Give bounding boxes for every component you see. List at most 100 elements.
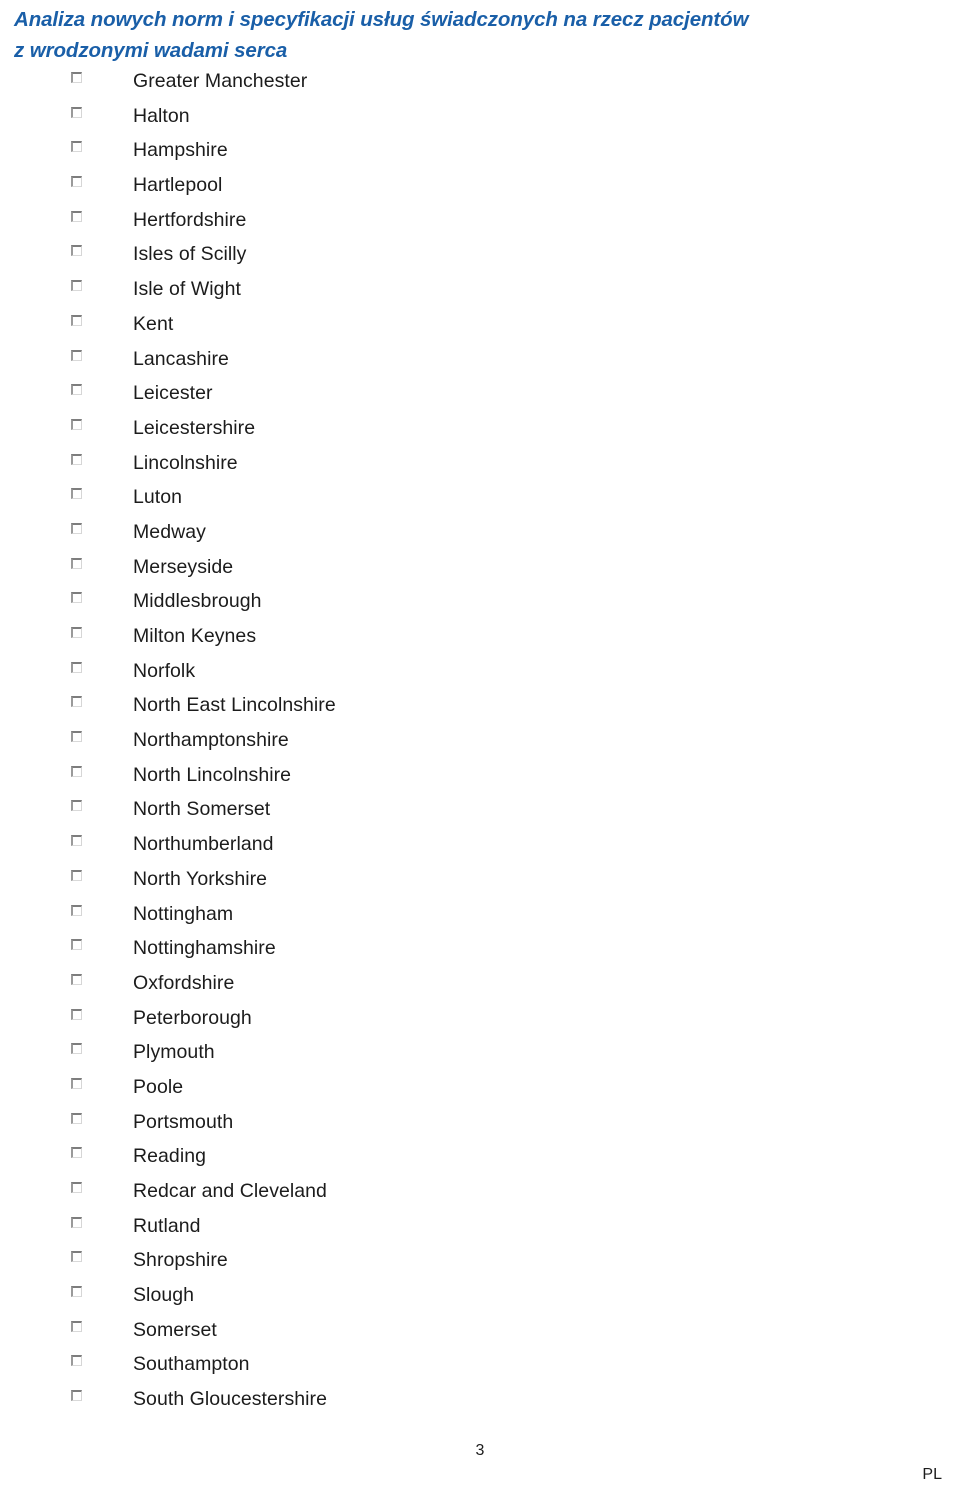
list-item-label: South Gloucestershire bbox=[133, 1388, 327, 1411]
checkbox-icon[interactable] bbox=[71, 661, 82, 673]
list-item-label: Nottinghamshire bbox=[133, 937, 276, 960]
list-item[interactable]: Milton Keynes bbox=[0, 619, 960, 654]
checkbox-icon[interactable] bbox=[71, 176, 82, 188]
list-item[interactable]: Leicestershire bbox=[0, 411, 960, 446]
list-item[interactable]: Nottinghamshire bbox=[0, 931, 960, 966]
list-item[interactable]: Kent bbox=[0, 307, 960, 342]
checkbox-icon[interactable] bbox=[71, 904, 82, 916]
list-item-label: Shropshire bbox=[133, 1249, 228, 1272]
list-item-label: Portsmouth bbox=[133, 1110, 234, 1133]
checkbox-icon[interactable] bbox=[71, 731, 82, 743]
checkbox-icon[interactable] bbox=[71, 939, 82, 951]
list-item[interactable]: Oxfordshire bbox=[0, 966, 960, 1001]
checkbox-icon[interactable] bbox=[71, 418, 82, 430]
checkbox-icon[interactable] bbox=[71, 1008, 82, 1020]
list-item-label: Luton bbox=[133, 486, 183, 509]
checkbox-icon[interactable] bbox=[71, 488, 82, 500]
list-item[interactable]: Lincolnshire bbox=[0, 446, 960, 481]
checkbox-icon[interactable] bbox=[71, 869, 82, 881]
checkbox-icon[interactable] bbox=[71, 210, 82, 222]
checkbox-icon[interactable] bbox=[71, 1077, 82, 1089]
list-item[interactable]: South Gloucestershire bbox=[0, 1382, 960, 1417]
list-item-label: Southampton bbox=[133, 1353, 250, 1376]
list-item[interactable]: Slough bbox=[0, 1278, 960, 1313]
checkbox-icon[interactable] bbox=[71, 384, 82, 396]
checkbox-icon[interactable] bbox=[71, 1182, 82, 1193]
list-item-label: Leicestershire bbox=[133, 416, 256, 439]
list-item[interactable]: Hertfordshire bbox=[0, 203, 960, 238]
list-item[interactable]: Hartlepool bbox=[0, 168, 960, 203]
checkbox-icon[interactable] bbox=[71, 280, 82, 292]
list-item[interactable]: Plymouth bbox=[0, 1035, 960, 1070]
list-item-label: Kent bbox=[133, 312, 174, 335]
list-item[interactable]: Rutland bbox=[0, 1209, 960, 1244]
checkbox-icon[interactable] bbox=[71, 141, 82, 153]
list-item[interactable]: Nottingham bbox=[0, 897, 960, 932]
checkbox-icon[interactable] bbox=[71, 557, 82, 569]
list-item-label: Peterborough bbox=[133, 1006, 252, 1029]
checkbox-icon[interactable] bbox=[71, 1147, 82, 1159]
list-item[interactable]: Reading bbox=[0, 1139, 960, 1174]
list-item-label: Northamptonshire bbox=[133, 729, 289, 752]
checkbox-icon[interactable] bbox=[71, 1355, 82, 1367]
checkbox-icon[interactable] bbox=[71, 973, 82, 985]
checkbox-icon[interactable] bbox=[71, 106, 82, 118]
list-item-label: Isles of Scilly bbox=[133, 243, 247, 266]
checkbox-icon[interactable] bbox=[71, 1320, 82, 1332]
list-item[interactable]: North Yorkshire bbox=[0, 862, 960, 897]
list-item-label: Halton bbox=[133, 104, 190, 127]
list-item-label: Reading bbox=[133, 1145, 206, 1168]
list-item[interactable]: North East Lincolnshire bbox=[0, 688, 960, 723]
page-title: Analiza nowych norm i specyfikacji usług… bbox=[14, 8, 749, 62]
list-item[interactable]: Luton bbox=[0, 480, 960, 515]
checkbox-icon[interactable] bbox=[71, 72, 82, 83]
checkbox-icon[interactable] bbox=[71, 314, 82, 326]
checkbox-icon[interactable] bbox=[71, 592, 82, 604]
checkbox-icon[interactable] bbox=[71, 1216, 82, 1228]
list-item[interactable]: Middlesbrough bbox=[0, 584, 960, 619]
checkbox-icon[interactable] bbox=[71, 1286, 82, 1298]
list-item[interactable]: Poole bbox=[0, 1070, 960, 1105]
checkbox-icon[interactable] bbox=[71, 1112, 82, 1124]
checkbox-icon[interactable] bbox=[71, 453, 82, 465]
list-item[interactable]: Merseyside bbox=[0, 550, 960, 585]
list-item[interactable]: Leicester bbox=[0, 376, 960, 411]
list-item-label: Oxfordshire bbox=[133, 971, 235, 994]
list-item[interactable]: Redcar and Cleveland bbox=[0, 1174, 960, 1209]
list-item[interactable]: North Somerset bbox=[0, 792, 960, 827]
checkbox-icon[interactable] bbox=[71, 522, 82, 534]
list-item[interactable]: Somerset bbox=[0, 1313, 960, 1348]
list-item[interactable]: Medway bbox=[0, 515, 960, 550]
checkbox-icon[interactable] bbox=[71, 627, 82, 638]
checkbox-icon[interactable] bbox=[71, 800, 82, 812]
list-item[interactable]: Shropshire bbox=[0, 1243, 960, 1278]
checkbox-icon[interactable] bbox=[71, 1043, 82, 1055]
checkbox-icon[interactable] bbox=[71, 1251, 82, 1263]
list-item-label: Medway bbox=[133, 520, 206, 543]
list-item[interactable]: Portsmouth bbox=[0, 1105, 960, 1140]
list-item-label: Northumberland bbox=[133, 833, 274, 856]
list-item[interactable]: Peterborough bbox=[0, 1001, 960, 1036]
list-item[interactable]: Isle of Wight bbox=[0, 272, 960, 307]
list-item-label: Poole bbox=[133, 1075, 184, 1098]
list-item[interactable]: Hampshire bbox=[0, 133, 960, 168]
list-item-label: Nottingham bbox=[133, 902, 234, 925]
checkbox-icon[interactable] bbox=[71, 835, 82, 847]
list-item-label: Greater Manchester bbox=[133, 70, 308, 92]
list-item[interactable]: Northumberland bbox=[0, 827, 960, 862]
list-item[interactable]: Halton bbox=[0, 99, 960, 134]
list-item-label: Merseyside bbox=[133, 555, 234, 578]
list-item[interactable]: North Lincolnshire bbox=[0, 758, 960, 793]
checkbox-icon[interactable] bbox=[71, 696, 82, 708]
list-item[interactable]: Southampton bbox=[0, 1347, 960, 1382]
list-item[interactable]: Northamptonshire bbox=[0, 723, 960, 758]
list-item[interactable]: Norfolk bbox=[0, 654, 960, 689]
checkbox-icon[interactable] bbox=[71, 1390, 82, 1402]
list-item-label: North Lincolnshire bbox=[133, 763, 292, 786]
checkbox-icon[interactable] bbox=[71, 245, 82, 257]
checkbox-icon[interactable] bbox=[71, 349, 82, 361]
checkbox-icon[interactable] bbox=[71, 765, 82, 777]
list-item[interactable]: Isles of Scilly bbox=[0, 237, 960, 272]
list-item[interactable]: Greater Manchester bbox=[0, 64, 960, 99]
list-item[interactable]: Lancashire bbox=[0, 342, 960, 377]
